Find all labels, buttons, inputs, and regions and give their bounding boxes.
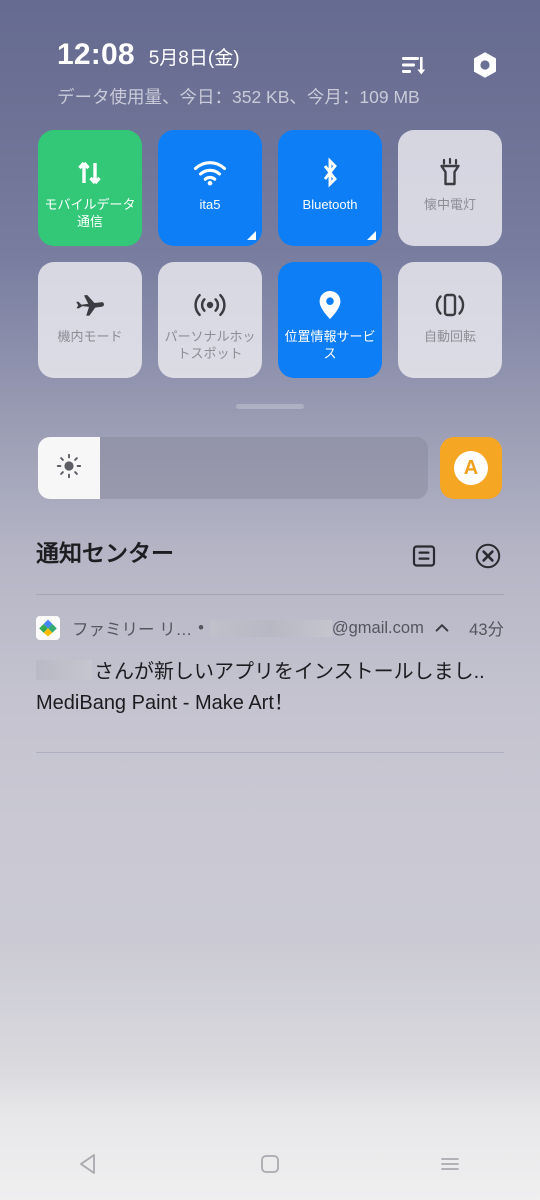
notification-header-divider — [36, 594, 504, 595]
mobile-data-icon — [75, 156, 105, 190]
status-date: 5月8日(金) — [148, 48, 240, 69]
sort-lines-down-icon[interactable] — [398, 50, 428, 80]
redacted-email-user — [209, 619, 332, 637]
brightness-slider[interactable] — [38, 437, 428, 499]
auto-rotate-icon — [433, 288, 467, 322]
wifi-icon — [193, 156, 227, 190]
notification-center-header: 通知センター — [0, 540, 540, 592]
clear-all-icon[interactable] — [474, 542, 502, 570]
tile-bluetooth[interactable]: Bluetooth — [278, 130, 382, 246]
notification-meta-row: ファミリー リ… • @gmail.com 43分 — [0, 610, 540, 646]
tile-auto-rotate[interactable]: 自動回転 — [398, 262, 502, 378]
notification-meta-separator: • — [198, 618, 204, 637]
notification-timestamp: 43分 — [469, 621, 504, 639]
tile-wifi[interactable]: ita5 — [158, 130, 262, 246]
flashlight-icon — [437, 156, 463, 190]
hotspot-icon — [192, 288, 228, 322]
hex-gear-icon[interactable] — [470, 50, 500, 80]
airplane-icon — [74, 288, 106, 322]
tile-label: パーソナルホットスポット — [164, 329, 256, 361]
tile-hotspot[interactable]: パーソナルホットスポット — [158, 262, 262, 378]
notification-text: MediBang Paint - Make Art！ — [36, 692, 294, 714]
data-usage-text: データ使用量、今日：352 KB、今月：109 MB — [57, 87, 420, 107]
tile-airplane-mode[interactable]: 機内モード — [38, 262, 142, 378]
notification-header-actions — [410, 542, 502, 570]
chevron-up-icon[interactable] — [433, 619, 451, 637]
header-icon-group — [398, 50, 500, 80]
notification-email-domain: @gmail.com — [331, 618, 424, 637]
clock-date-group: 12:08 5月8日(金) — [57, 40, 240, 70]
auto-brightness-label: A — [454, 451, 488, 485]
status-clock: 12:08 — [57, 38, 135, 71]
tile-flashlight[interactable]: 懐中電灯 — [398, 130, 502, 246]
quick-settings-panel: 12:08 5月8日(金) データ使用量、今日：352 KB、今月：109 MB — [0, 0, 540, 1200]
tile-location[interactable]: 位置情報サービス — [278, 262, 382, 378]
notification-title: さんが新しいアプリをインストールしまし.. — [36, 658, 504, 686]
tile-expand-corner-icon[interactable] — [367, 231, 376, 240]
notification-body: さんが新しいアプリをインストールしまし.. MediBang Paint - M… — [0, 658, 540, 718]
location-pin-icon — [317, 288, 343, 322]
tile-label: ita5 — [199, 197, 221, 212]
tile-label: 自動回転 — [423, 329, 476, 344]
tile-label: モバイルデータ通信 — [44, 197, 136, 229]
notification-settings-icon[interactable] — [410, 542, 438, 570]
brightness-sun-icon — [56, 453, 82, 484]
quick-settings-tiles: モバイルデータ通信 ita5 Bluetooth 懐中電灯 機内モード パーソナ… — [38, 130, 502, 378]
panel-drag-handle[interactable] — [236, 404, 304, 409]
notification-title-text: さんが新しいアプリをインストールしまし.. — [94, 661, 485, 683]
tile-label: 位置情報サービス — [284, 329, 376, 361]
tile-label: 懐中電灯 — [423, 197, 476, 212]
family-link-icon — [36, 616, 60, 640]
status-header: 12:08 5月8日(金) データ使用量、今日：352 KB、今月：109 MB — [0, 0, 540, 118]
home-icon[interactable] — [234, 1136, 306, 1192]
auto-brightness-button[interactable]: A — [440, 437, 502, 499]
system-navigation-bar — [0, 1128, 540, 1200]
back-icon[interactable] — [54, 1136, 126, 1192]
tile-expand-corner-icon[interactable] — [247, 231, 256, 240]
brightness-slider-fill — [38, 437, 101, 499]
bluetooth-icon — [318, 156, 342, 190]
notification-bottom-divider — [36, 752, 504, 753]
notification-item[interactable]: ファミリー リ… • @gmail.com 43分 さんが新しいアプリをインスト… — [0, 610, 540, 718]
tile-label: 機内モード — [57, 329, 123, 344]
tile-label: Bluetooth — [302, 197, 358, 212]
notification-app-name: ファミリー リ… — [72, 621, 193, 639]
redacted-child-name — [36, 660, 92, 680]
tile-mobile-data[interactable]: モバイルデータ通信 — [38, 130, 142, 246]
brightness-row: A — [38, 437, 502, 499]
recents-icon[interactable] — [414, 1136, 486, 1192]
notification-center-title: 通知センター — [36, 540, 174, 566]
